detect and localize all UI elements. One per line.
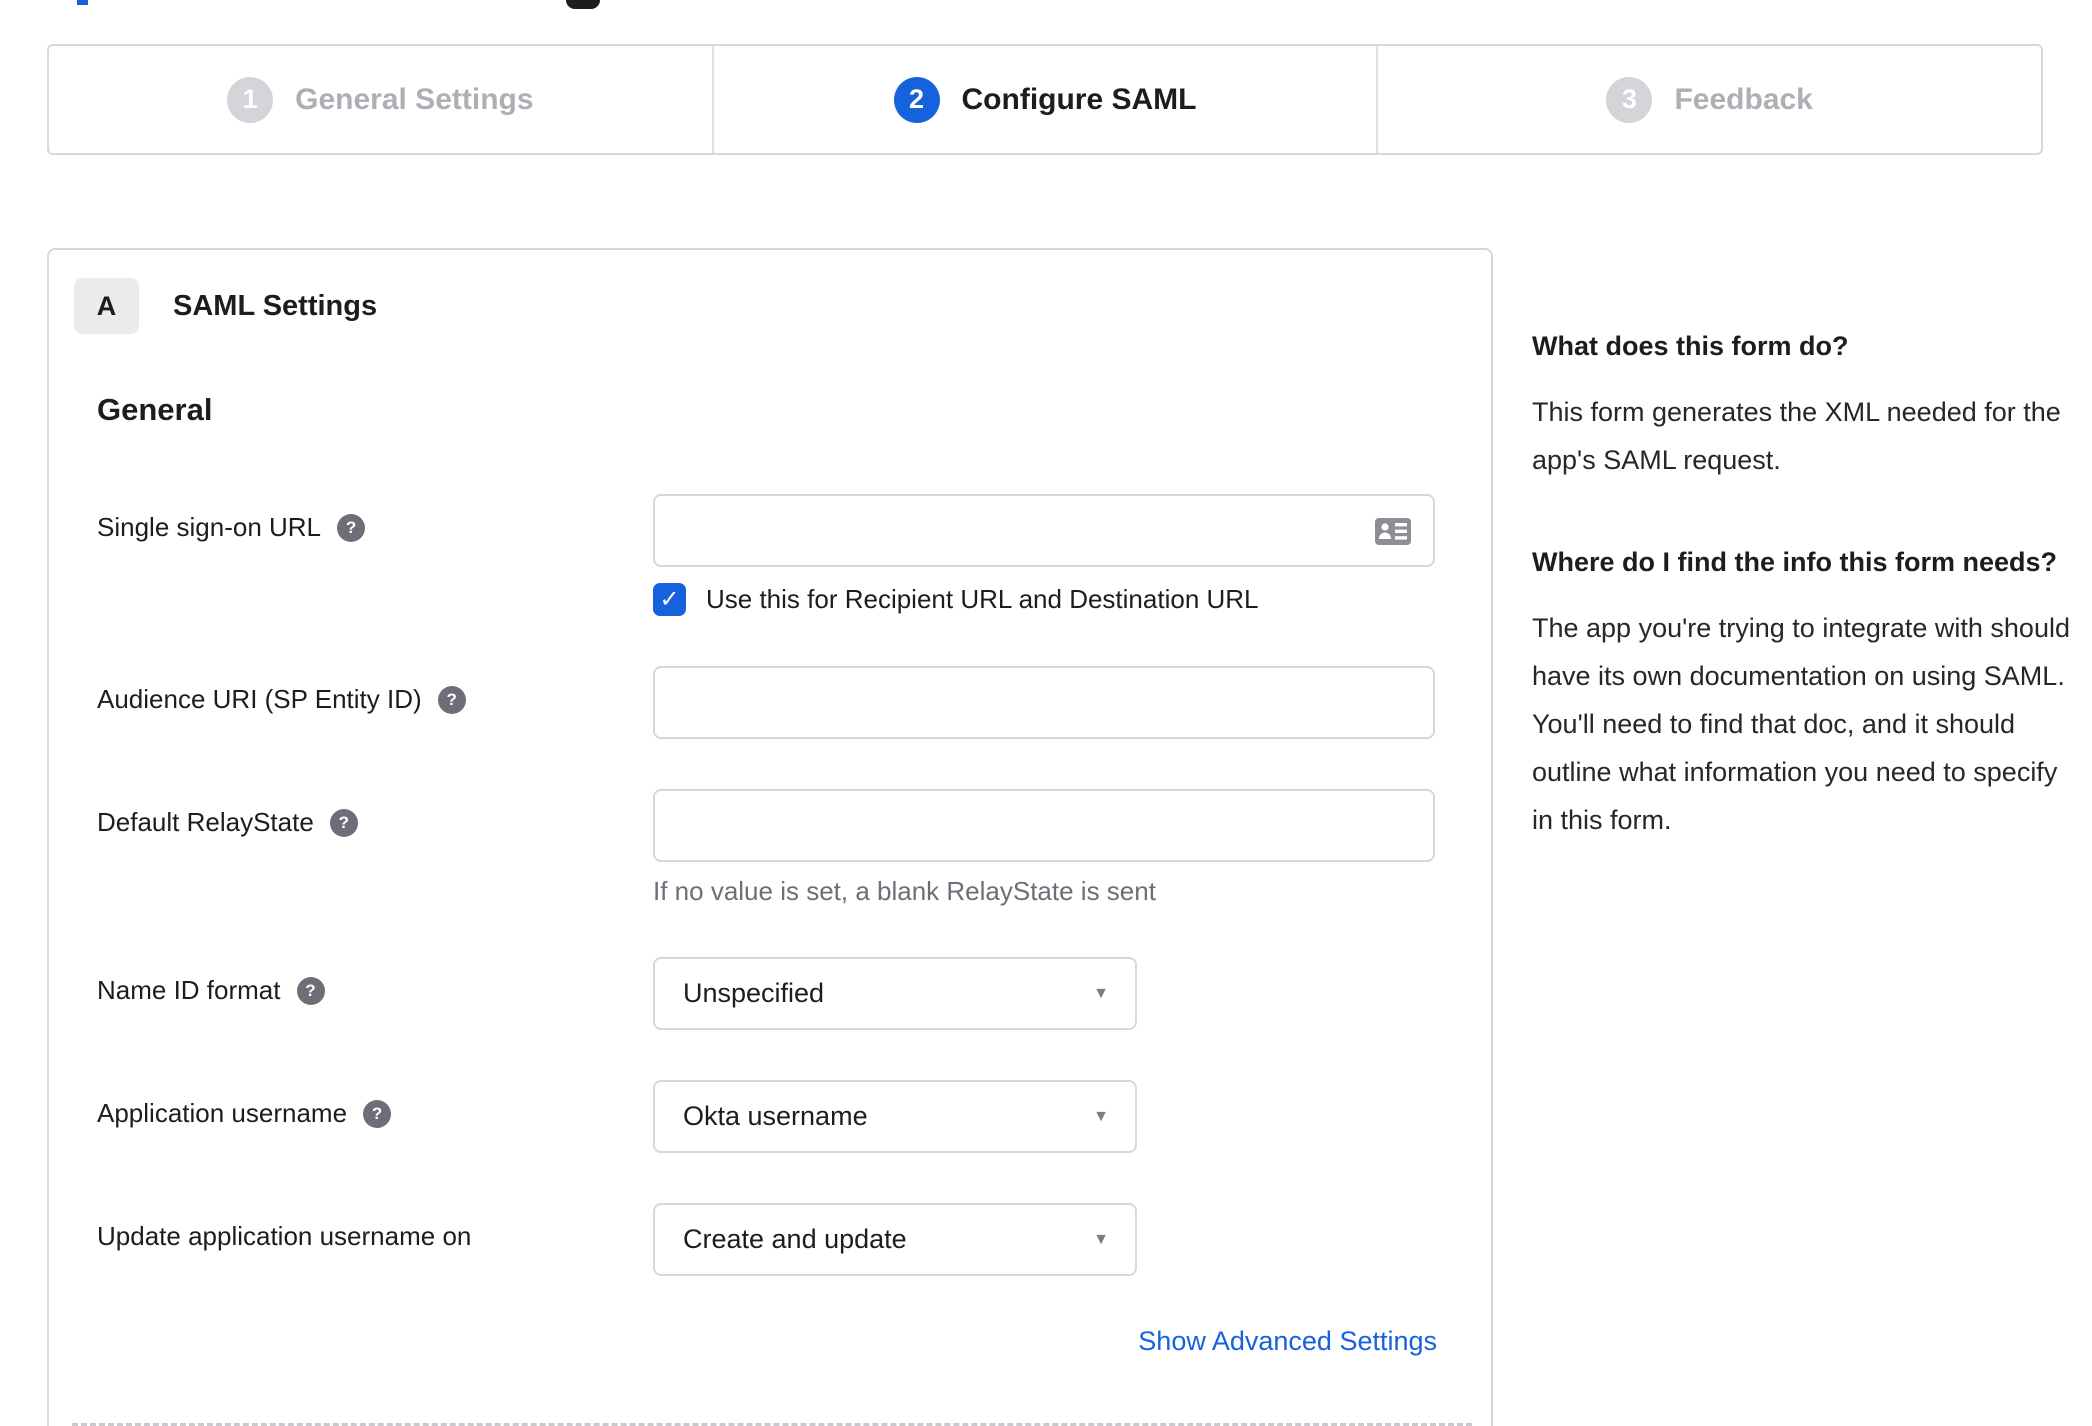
step-label: General Settings xyxy=(295,82,534,116)
field-control xyxy=(653,666,1435,739)
show-advanced-settings-link[interactable]: Show Advanced Settings xyxy=(1138,1326,1437,1356)
sidebar-heading: What does this form do? xyxy=(1532,331,1849,361)
relay-state-hint: If no value is set, a blank RelayState i… xyxy=(653,876,1156,906)
step-general-settings[interactable]: 1 General Settings xyxy=(49,46,712,153)
screen: 1 General Settings 2 Configure SAML 3 Fe… xyxy=(0,0,2092,1426)
chevron-down-icon: ▼ xyxy=(1093,984,1109,1002)
audience-uri-input[interactable] xyxy=(653,666,1435,739)
help-icon[interactable]: ? xyxy=(363,1099,392,1128)
field-label-group: Application username ? xyxy=(97,1080,653,1129)
name-id-format-select[interactable]: Unspecified ▼ xyxy=(653,957,1137,1030)
relay-state-label: Default RelayState xyxy=(97,807,314,837)
sidebar-body-text: The app you're trying to integrate with … xyxy=(1532,613,2070,835)
sso-url-label: Single sign-on URL xyxy=(97,512,322,542)
help-icon[interactable]: ? xyxy=(437,685,466,714)
help-icon[interactable]: ? xyxy=(337,513,366,542)
section-a-badge: A xyxy=(74,278,139,334)
relay-state-input[interactable] xyxy=(653,789,1435,862)
general-section-heading: General xyxy=(97,392,213,427)
cutoff-app-icon-fragment xyxy=(566,0,600,9)
audience-uri-label: Audience URI (SP Entity ID) xyxy=(97,684,422,714)
help-icon[interactable]: ? xyxy=(329,808,358,837)
cutoff-logo-fragment xyxy=(77,0,88,5)
update-app-username-select[interactable]: Create and update ▼ xyxy=(653,1203,1137,1276)
step-configure-saml[interactable]: 2 Configure SAML xyxy=(711,46,1377,153)
select-value: Create and update xyxy=(683,1224,907,1254)
sidebar-section-where: Where do I find the info this form needs… xyxy=(1532,542,2072,844)
panel-title: SAML Settings xyxy=(173,289,378,322)
step-label: Configure SAML xyxy=(961,82,1197,116)
sidebar-heading: Where do I find the info this form needs… xyxy=(1532,547,2057,577)
help-sidebar: What does this form do? This form genera… xyxy=(1532,326,2072,902)
field-control: Create and update ▼ xyxy=(653,1203,1433,1276)
contact-card-icon[interactable] xyxy=(1375,518,1411,550)
step-feedback[interactable]: 3 Feedback xyxy=(1376,46,2041,153)
form-row-audience-uri: Audience URI (SP Entity ID) ? xyxy=(97,666,1435,739)
name-id-format-label: Name ID format xyxy=(97,975,281,1005)
field-control: Okta username ▼ xyxy=(653,1080,1433,1153)
recipient-url-checkbox-row[interactable]: ✓ Use this for Recipient URL and Destina… xyxy=(653,583,1435,616)
app-username-label: Application username xyxy=(97,1098,348,1128)
sidebar-body-text: This form generates the XML needed for t… xyxy=(1532,397,2061,475)
field-label-group: Single sign-on URL ? xyxy=(97,494,653,543)
sso-url-input[interactable] xyxy=(653,494,1435,567)
field-label-group: Name ID format ? xyxy=(97,957,653,1006)
field-label-group: Update application username on xyxy=(97,1203,653,1252)
advanced-settings-row: Show Advanced Settings xyxy=(97,1326,1437,1357)
field-control: Unspecified ▼ xyxy=(653,957,1433,1030)
step-number-badge: 2 xyxy=(893,76,940,123)
saml-form: Single sign-on URL ? ✓ Use this for Reci… xyxy=(97,494,1437,1357)
saml-settings-panel: A SAML Settings General Single sign-on U… xyxy=(47,248,1493,1426)
select-value: Unspecified xyxy=(683,978,825,1008)
field-label-group: Default RelayState ? xyxy=(97,789,653,838)
panel-header: A SAML Settings xyxy=(74,278,1433,334)
checkbox-checked-icon[interactable]: ✓ xyxy=(653,583,686,616)
help-icon[interactable]: ? xyxy=(296,976,325,1005)
app-username-select[interactable]: Okta username ▼ xyxy=(653,1080,1137,1153)
step-number-badge: 3 xyxy=(1606,76,1653,123)
select-value: Okta username xyxy=(683,1101,868,1131)
form-row-sso-url: Single sign-on URL ? ✓ Use this for Reci… xyxy=(97,494,1435,616)
form-row-app-username: Application username ? Okta username ▼ xyxy=(97,1080,1433,1153)
chevron-down-icon: ▼ xyxy=(1093,1107,1109,1125)
form-row-update-app-username: Update application username on Create an… xyxy=(97,1203,1433,1276)
step-number-badge: 1 xyxy=(227,76,274,123)
wizard-stepper: 1 General Settings 2 Configure SAML 3 Fe… xyxy=(47,44,2043,155)
form-row-relay-state: Default RelayState ? If no value is set,… xyxy=(97,789,1435,907)
step-label: Feedback xyxy=(1674,82,1813,116)
chevron-down-icon: ▼ xyxy=(1093,1230,1109,1248)
field-control: If no value is set, a blank RelayState i… xyxy=(653,789,1435,907)
field-label-group: Audience URI (SP Entity ID) ? xyxy=(97,666,653,715)
update-app-username-label: Update application username on xyxy=(97,1221,472,1251)
checkbox-label: Use this for Recipient URL and Destinati… xyxy=(706,584,1259,614)
sidebar-section-what: What does this form do? This form genera… xyxy=(1532,326,2072,484)
form-row-name-id-format: Name ID format ? Unspecified ▼ xyxy=(97,957,1433,1030)
field-control: ✓ Use this for Recipient URL and Destina… xyxy=(653,494,1435,616)
